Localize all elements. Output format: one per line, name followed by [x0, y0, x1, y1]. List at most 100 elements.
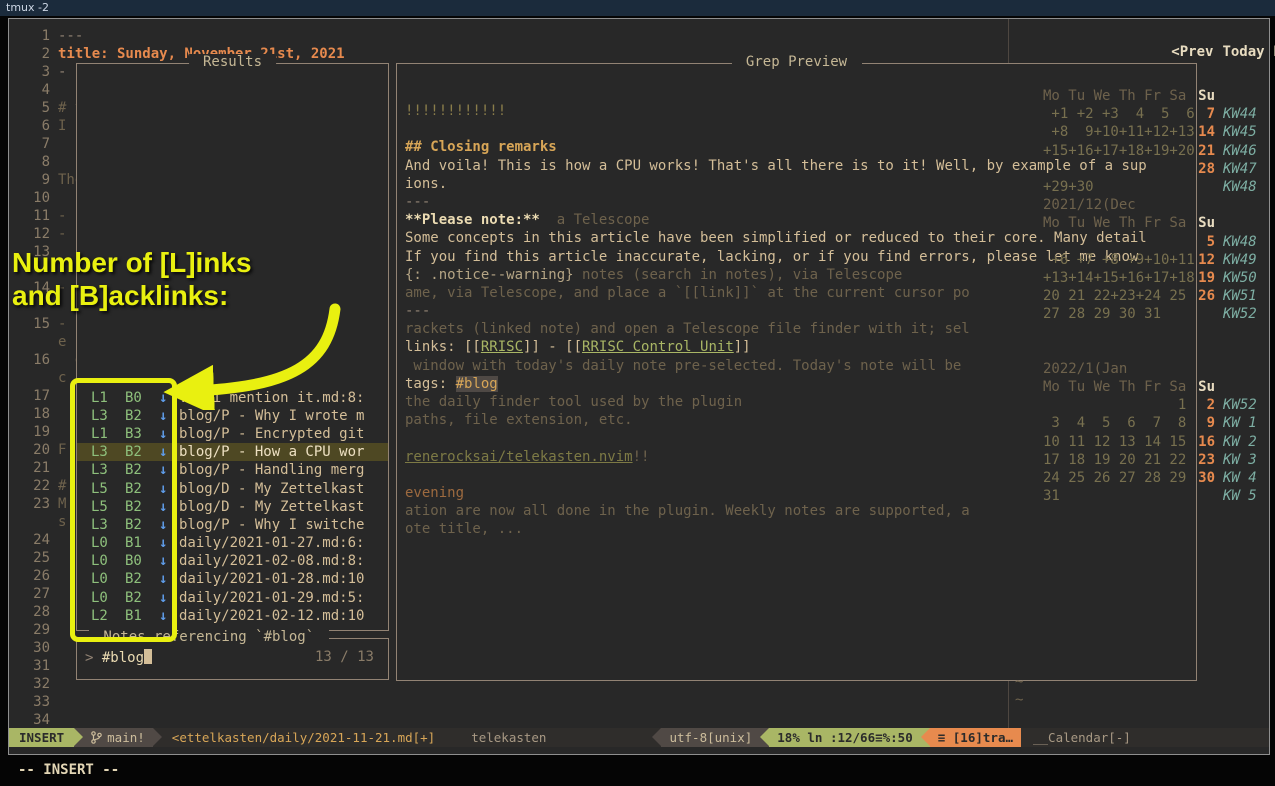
- line-number: 24: [9, 531, 58, 549]
- calendar-row[interactable]: 5KW48: [1043, 233, 1269, 251]
- calendar-row: Mo Tu We Th Fr SaSu: [1043, 378, 1269, 396]
- buffer-line-text: -: [58, 64, 66, 80]
- powerline-separator: [760, 728, 769, 747]
- line-number: 5: [9, 99, 58, 117]
- result-text: blog/P - Why I switche: [179, 516, 364, 534]
- calendar-row[interactable]: 24 25 26 27 28 2930KW 4: [1043, 469, 1269, 487]
- preview-title: Grep Preview: [731, 54, 861, 70]
- calendar-prev-button[interactable]: <Prev: [1171, 44, 1213, 60]
- powerline-separator: [153, 728, 162, 747]
- calendar-row[interactable]: +8 9+10+11+12+1314KW45: [1043, 123, 1269, 141]
- calendar-row[interactable]: 27 28 29 30 31KW52: [1043, 305, 1269, 323]
- calendar-window: <PrevTodayNext> Mo Tu We Th Fr SaSu +1 +…: [1009, 19, 1269, 728]
- warning-badge: ≡ [16]tra…: [930, 728, 1021, 747]
- calendar-row[interactable]: 12KW52: [1043, 396, 1269, 414]
- result-text: blog/D - My Zettelkast: [179, 498, 364, 516]
- prompt-sign: >: [85, 650, 102, 666]
- result-text: daily/2021-01-29.md:5:: [179, 589, 364, 607]
- result-count: 13 / 13: [315, 649, 374, 665]
- search-input[interactable]: > #blog: [85, 649, 152, 666]
- position-info: 18% ln :12/66≡%:50: [769, 728, 920, 747]
- calendar-row[interactable]: 20 21 22+23+24 2526KW51: [1043, 287, 1269, 305]
- text-cursor: [144, 649, 152, 664]
- calendar-row[interactable]: +15+16+17+18+19+2021KW46: [1043, 142, 1269, 160]
- annotation-arrow: [140, 295, 350, 410]
- line-number: 34: [9, 711, 58, 729]
- calendar-row[interactable]: +29+30KW48: [1043, 178, 1269, 196]
- statusline: INSERT main! <ettelkasten/daily/2021-11-…: [9, 728, 1269, 747]
- result-text: blog/P - Handling merg: [179, 461, 364, 479]
- results-title: Results: [189, 54, 277, 70]
- line-number: 12: [9, 225, 58, 243]
- result-text: blog/P - How a CPU wor: [179, 443, 364, 461]
- line-number: 8: [9, 153, 58, 171]
- calendar-row: 2022/1(Jan: [1043, 360, 1269, 378]
- mode-indicator: INSERT: [9, 728, 74, 747]
- line-number: 19: [9, 423, 58, 441]
- powerline-separator: [74, 728, 83, 747]
- git-branch-icon: [91, 731, 102, 744]
- buffer-row: 1---: [9, 27, 1007, 45]
- vim-cmdline-mode: -- INSERT --: [18, 762, 119, 778]
- calendar-row: Mo Tu We Th Fr SaSu: [1043, 214, 1269, 232]
- result-text: daily/2021-01-28.md:10: [179, 570, 364, 588]
- buffer-line-text: c: [58, 370, 66, 386]
- calendar-today-button[interactable]: Today: [1222, 44, 1264, 60]
- empty-line-tilde: ~: [1015, 674, 1023, 690]
- line-number: 1: [9, 27, 58, 45]
- calendar-rows: Mo Tu We Th Fr SaSu +1 +2 +3 4 5 67KW44 …: [1043, 87, 1269, 505]
- calendar-statusline: __Calendar[-]: [1021, 728, 1269, 747]
- powerline-separator: [921, 728, 930, 747]
- statusline-right: utf-8[unix] 18% ln :12/66≡%:50 ≡ [16]tra…: [652, 728, 1269, 747]
- calendar-row: 2021/12(Dec: [1043, 196, 1269, 214]
- annotation-highlight-box: [70, 378, 177, 642]
- calendar-row[interactable]: 10 11 12 13 14 1516KW 2: [1043, 433, 1269, 451]
- calendar-row[interactable]: 28KW47: [1043, 160, 1269, 178]
- line-number: 4: [9, 81, 58, 99]
- line-number: 11: [9, 207, 58, 225]
- empty-line-tilde: ~: [1015, 692, 1023, 708]
- result-text: daily/2021-02-12.md:10: [179, 607, 364, 625]
- calendar-row[interactable]: +1 +2 +3 4 5 67KW44: [1043, 105, 1269, 123]
- result-text: daily/2021-01-27.md:6:: [179, 534, 364, 552]
- line-number: 6: [9, 117, 58, 135]
- line-number: 23: [9, 495, 58, 513]
- calendar-row[interactable]: 3 4 5 6 7 89KW 1: [1043, 414, 1269, 432]
- line-number: 20: [9, 441, 58, 459]
- calendar-row: Mo Tu We Th Fr SaSu: [1043, 87, 1269, 105]
- line-number: 15: [9, 315, 58, 333]
- line-number: 33: [9, 693, 58, 711]
- calendar-row[interactable]: 17 18 19 20 21 2223KW 3: [1043, 451, 1269, 469]
- result-text: blog/D - My Zettelkast: [179, 480, 364, 498]
- result-text: blog/P - Encrypted git: [179, 425, 364, 443]
- buffer-line-text: F: [58, 442, 66, 458]
- result-text: daily/2021-02-08.md:8:: [179, 552, 364, 570]
- buffer-row: 34: [9, 711, 1007, 729]
- line-number: 10: [9, 189, 58, 207]
- calendar-nav: <PrevTodayNext>: [1087, 28, 1275, 76]
- line-number: 16: [9, 351, 58, 369]
- prompt-window: Notes referencing `#blog` > #blog 13 / 1…: [76, 638, 389, 680]
- line-number: 26: [9, 567, 58, 585]
- line-number: 17: [9, 387, 58, 405]
- encoding-indicator: utf-8[unix]: [661, 728, 760, 747]
- window-title: tmux -2: [6, 1, 49, 14]
- line-number: 2: [9, 45, 58, 63]
- calendar-row[interactable]: +13+14+15+16+17+1819KW50: [1043, 269, 1269, 287]
- line-number: 7: [9, 135, 58, 153]
- git-branch-name: main!: [107, 728, 145, 747]
- line-number: 22: [9, 477, 58, 495]
- line-number: 32: [9, 675, 58, 693]
- line-number: 28: [9, 603, 58, 621]
- calendar-row[interactable]: 31KW 5: [1043, 487, 1269, 505]
- line-number: 18: [9, 405, 58, 423]
- line-number: 9: [9, 171, 58, 189]
- calendar-row[interactable]: +6 +7 +8 +9+10+1112KW49: [1043, 251, 1269, 269]
- plugin-label: telekasten: [471, 728, 546, 747]
- line-number: 29: [9, 621, 58, 639]
- line-number: 25: [9, 549, 58, 567]
- buffer-line-text: #: [58, 478, 66, 494]
- buffer-line-text: M: [58, 496, 66, 512]
- line-number: 27: [9, 585, 58, 603]
- buffer-line-text: e: [58, 334, 66, 350]
